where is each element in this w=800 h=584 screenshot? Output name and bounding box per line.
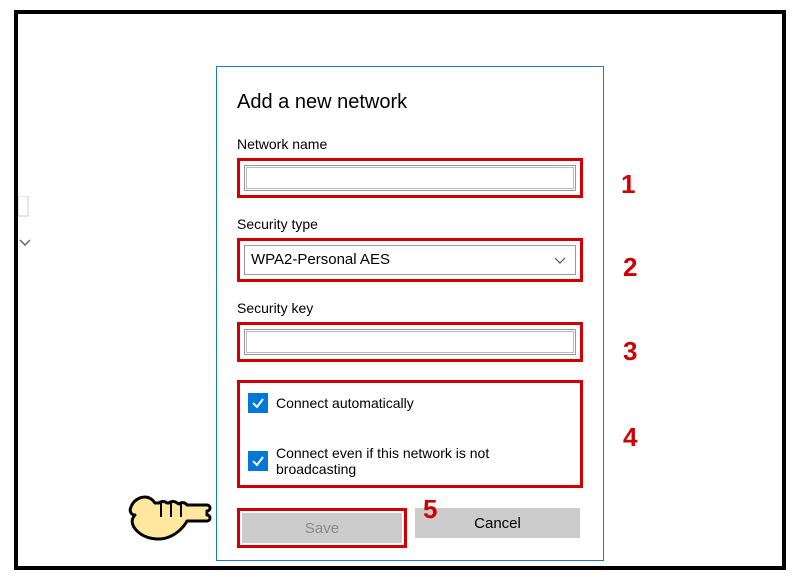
highlight-box-3: [237, 322, 583, 362]
connect-auto-checkbox[interactable]: [248, 393, 268, 413]
security-type-selected: WPA2-Personal AES: [251, 251, 390, 268]
security-type-field: Security type WPA2-Personal AES: [237, 216, 583, 282]
connect-hidden-row[interactable]: Connect even if this network is not broa…: [248, 445, 572, 477]
highlight-box-4: Connect automatically Connect even if th…: [237, 380, 583, 488]
cancel-button[interactable]: Cancel: [415, 508, 580, 538]
checkmark-icon: [251, 396, 265, 410]
tutorial-frame: Add a new network Network name Security …: [14, 10, 786, 570]
security-type-select[interactable]: WPA2-Personal AES: [244, 245, 576, 275]
network-name-input[interactable]: [244, 165, 576, 191]
dialog-title: Add a new network: [237, 91, 583, 114]
network-name-field: Network name: [237, 136, 583, 198]
checkmark-icon: [251, 454, 265, 468]
highlight-box-5: Save: [237, 508, 407, 548]
background-panel-edge: [18, 196, 34, 256]
dialog-buttons: Save Cancel: [237, 508, 583, 548]
annotation-5: 5: [423, 494, 437, 525]
connect-hidden-label: Connect even if this network is not broa…: [276, 445, 572, 477]
connect-auto-label: Connect automatically: [276, 395, 414, 411]
save-button[interactable]: Save: [242, 513, 402, 543]
security-key-label: Security key: [237, 300, 583, 316]
network-name-label: Network name: [237, 136, 583, 152]
annotation-3: 3: [623, 336, 637, 367]
annotation-4: 4: [623, 422, 637, 453]
pointing-hand-icon: [125, 487, 215, 550]
annotation-1: 1: [621, 169, 635, 200]
highlight-box-2: WPA2-Personal AES: [237, 238, 583, 282]
add-network-dialog: Add a new network Network name Security …: [216, 66, 604, 561]
annotation-2: 2: [623, 252, 637, 283]
connect-auto-row[interactable]: Connect automatically: [248, 393, 572, 413]
security-key-field: Security key: [237, 300, 583, 362]
security-type-label: Security type: [237, 216, 583, 232]
highlight-box-1: [237, 158, 583, 198]
security-key-input[interactable]: [244, 329, 576, 355]
connect-hidden-checkbox[interactable]: [248, 451, 268, 471]
